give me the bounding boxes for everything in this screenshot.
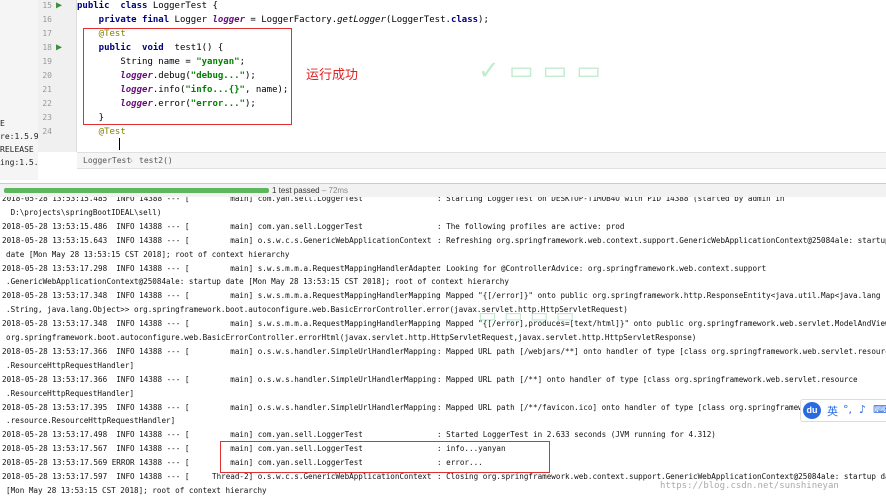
console-log-prefix: 2018-05-28 13:53:17.597 INFO 14388 --- [ [2, 472, 190, 481]
code-token: @Test [77, 127, 126, 137]
code-token: private final [77, 15, 175, 25]
console-log-prefix: 2018-05-28 13:53:15.485 INFO 14388 --- [ [2, 197, 190, 203]
code-token: LoggerTest { [152, 1, 218, 11]
code-token: Logger [174, 15, 213, 25]
line-number: 16 [42, 15, 52, 24]
code-token: (LoggerTest. [385, 15, 451, 25]
watermark-stamp: ✓ ▭ ▭ ▭ [478, 56, 601, 86]
breadcrumb: LoggerTest › test2() [77, 152, 886, 169]
console-line-continuation: [Mon May 28 13:53:15 CST 2018]; root of … [6, 485, 267, 495]
line-number: 15 [42, 1, 52, 10]
console-line-continuation: .ResourceHttpRequestHandler] [6, 360, 135, 370]
line-number: 17 [42, 29, 52, 38]
test-progress-bar [4, 188, 269, 193]
line-number: 24 [42, 127, 52, 136]
code-token: getLogger [337, 15, 386, 25]
console-log-prefix: 2018-05-28 13:53:17.498 INFO 14388 --- [ [2, 430, 190, 440]
code-token: logger [212, 15, 245, 25]
console-log-prefix: 2018-05-28 13:53:15.486 INFO 14388 --- [ [2, 221, 190, 231]
console-log-message: : Mapped URL path [/**/favicon.ico] onto… [437, 402, 812, 412]
baidu-ime-logo[interactable]: du [803, 402, 821, 419]
console-log-prefix: 2018-05-28 13:53:17.348 INFO 14388 --- [ [2, 319, 190, 329]
ime-toolbar[interactable]: du 英 °, ♪ ⌨ [800, 399, 886, 422]
project-panel-text: E [0, 119, 5, 128]
project-panel-text: re:1.5.9.RE [0, 132, 38, 141]
line-number: 22 [42, 99, 52, 108]
console-line-continuation: .GenericWebApplicationContext@25084ale: … [6, 277, 509, 287]
code-line: public class LoggerTest { [77, 1, 218, 11]
breadcrumb-method[interactable]: test2() [139, 156, 173, 165]
console-log-logger: main] s.w.s.m.m.a.RequestMappingHandlerM… [180, 291, 441, 301]
console-log-message: : Starting LoggerTest on DESKTOP-T1MOB4O… [437, 197, 785, 203]
run-test-icon[interactable]: ▶ [56, 42, 62, 53]
console-log-logger: main] o.s.w.s.handler.SimpleUrlHandlerMa… [180, 346, 437, 356]
console-log-logger: main] com.yan.sell.LoggerTest [180, 197, 363, 203]
project-panel-clipped: E re:1.5.9.RE RELEASE ing:1.5.9.R [0, 0, 38, 180]
console-log-logger: main] o.s.w.s.handler.SimpleUrlHandlerMa… [180, 374, 437, 384]
url-watermark: https://blog.csdn.net/sunshineyan [660, 481, 839, 491]
log-highlight-box [220, 441, 550, 473]
console-line-continuation: .ResourceHttpRequestHandler] [6, 388, 135, 398]
console-log-message: : Closing org.springframework.web.contex… [437, 472, 886, 481]
console-line-continuation: org.springframework.boot.autoconfigure.w… [6, 333, 697, 342]
text-caret [119, 138, 120, 150]
console-log-prefix: 2018-05-28 13:53:17.569 ERROR 14388 --- … [2, 458, 190, 468]
console-line-continuation: .resource.ResourceHttpRequestHandler] [6, 416, 176, 426]
test-passed-label: 1 test passed [272, 186, 320, 195]
line-number: 18 [42, 43, 52, 52]
console-log-logger: main] s.w.s.m.m.a.RequestMappingHandlerA… [180, 263, 441, 273]
console-line-continuation: D:\projects\springBootIDEAL\sell) [6, 207, 162, 217]
console-log-prefix: 2018-05-28 13:53:17.366 INFO 14388 --- [ [2, 346, 190, 356]
console-log-prefix: 2018-05-28 13:53:15.643 INFO 14388 --- [ [2, 235, 190, 245]
code-token: class [450, 15, 479, 25]
code-line: @Test [77, 127, 126, 137]
console-log-message: : Looking for @ControllerAdvice: org.spr… [437, 263, 767, 273]
console-log-prefix: 2018-05-28 13:53:17.395 INFO 14388 --- [ [2, 402, 190, 412]
console-log-message: : The following profiles are active: pro… [437, 221, 625, 231]
breadcrumb-separator-icon: › [129, 156, 134, 165]
console-log-logger: main] o.s.w.c.s.GenericWebApplicationCon… [180, 235, 432, 245]
console-log-prefix: 2018-05-28 13:53:17.348 INFO 14388 --- [ [2, 291, 190, 301]
line-number: 20 [42, 71, 52, 80]
console-log-prefix: 2018-05-28 13:53:17.567 INFO 14388 --- [ [2, 444, 190, 454]
watermark-stamp: ▭ ▭ ▭ ▭ [478, 303, 575, 327]
line-number: 23 [42, 113, 52, 122]
keyboard-icon[interactable]: ⌨ [873, 403, 886, 416]
microphone-icon[interactable]: ♪ [859, 403, 866, 416]
console-log-logger: main] com.yan.sell.LoggerTest [180, 221, 363, 231]
project-panel-text: ing:1.5.9.R [0, 158, 38, 167]
code-token: ); [478, 15, 489, 25]
code-token: public class [77, 1, 153, 11]
ime-language-toggle[interactable]: 英 [827, 403, 838, 419]
line-number: 19 [42, 57, 52, 66]
console-log-message: : Mapped "{[/error]}" onto public org.sp… [437, 291, 881, 301]
test-result-text: 1 test passed – 72ms [272, 186, 348, 195]
project-panel-text: RELEASE [0, 145, 34, 154]
code-highlight-box [83, 28, 292, 125]
console-log-logger: Thread-2] o.s.w.c.s.GenericWebApplicatio… [180, 472, 432, 481]
console-log-message: : Started LoggerTest in 2.633 seconds (J… [437, 430, 716, 440]
punctuation-icon[interactable]: °, [843, 403, 852, 416]
console-log-message: : Refreshing org.springframework.web.con… [437, 235, 886, 245]
code-line: private final Logger logger = LoggerFact… [77, 15, 489, 25]
console-log-logger: main] s.w.s.m.m.a.RequestMappingHandlerM… [180, 319, 441, 329]
console-log-message: : Mapped URL path [/webjars/**] onto han… [437, 346, 886, 356]
editor-gutter: 15 16 17 18 19 20 21 22 23 24 ▶ ▶ [38, 0, 77, 152]
code-token: = LoggerFactory. [245, 15, 338, 25]
console-log-prefix: 2018-05-28 13:53:17.298 INFO 14388 --- [ [2, 263, 190, 273]
run-class-icon[interactable]: ▶ [56, 0, 62, 11]
line-number: 21 [42, 85, 52, 94]
console-log-logger: main] com.yan.sell.LoggerTest [180, 430, 363, 440]
test-duration: – 72ms [319, 186, 349, 195]
console-line-continuation: date [Mon May 28 13:53:15 CST 2018]; roo… [6, 249, 290, 259]
run-success-annotation: 运行成功 [306, 68, 359, 83]
console-log-prefix: 2018-05-28 13:53:17.366 INFO 14388 --- [ [2, 374, 190, 384]
console-log-logger: main] o.s.w.s.handler.SimpleUrlHandlerMa… [180, 402, 437, 412]
breadcrumb-class[interactable]: LoggerTest [83, 156, 131, 165]
console-log-message: : Mapped URL path [/**] onto handler of … [437, 374, 858, 384]
